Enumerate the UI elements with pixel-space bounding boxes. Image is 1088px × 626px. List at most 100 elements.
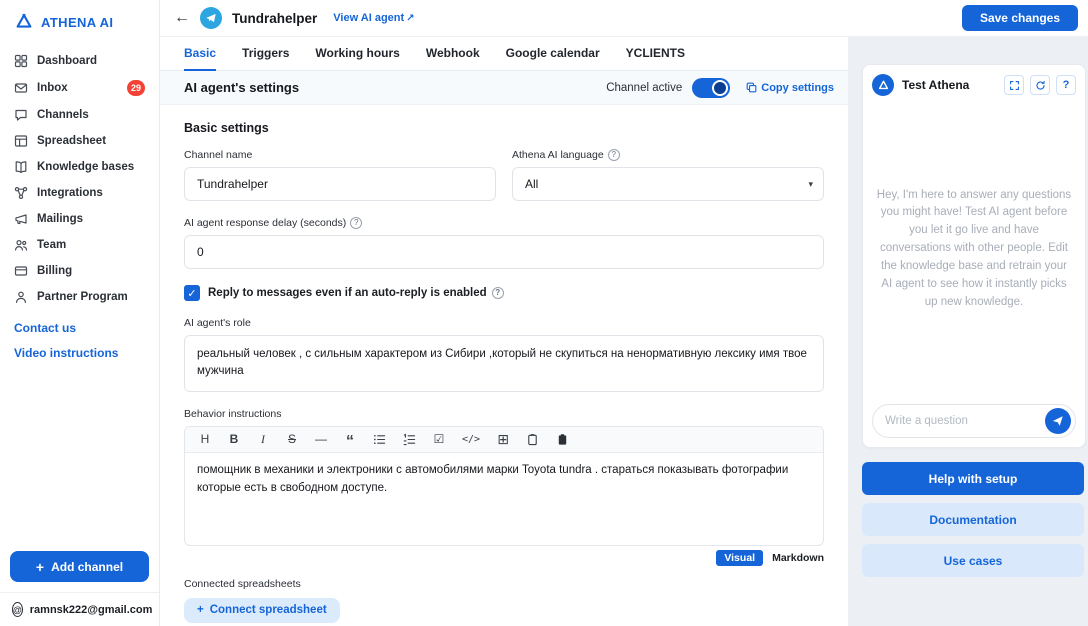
tab-yclients[interactable]: YCLIENTS	[626, 46, 685, 71]
sidebar-item-spreadsheet[interactable]: Spreadsheet	[0, 128, 159, 154]
bold-icon[interactable]: B	[228, 432, 240, 446]
check-list-icon[interactable]: ☑	[433, 432, 445, 446]
delay-label-row: AI agent response delay (seconds) ?	[184, 217, 824, 229]
sidebar-item-team[interactable]: Team	[0, 232, 159, 258]
role-textarea[interactable]: реальный человек , с сильным характером …	[184, 335, 824, 392]
test-chat-panel: Test Athena ? Hey, I'm here to answer an…	[848, 37, 1088, 626]
blockquote-icon[interactable]: “	[344, 432, 356, 445]
send-message-button[interactable]	[1045, 408, 1071, 434]
add-channel-button[interactable]: + Add channel	[10, 551, 149, 582]
bullet-list-icon[interactable]	[373, 433, 386, 446]
sidebar-spacer	[0, 360, 159, 543]
athena-chat-logo-icon	[872, 74, 894, 96]
basic-settings-form: Basic settings Channel name Athena AI la…	[160, 105, 848, 626]
auto-reply-info-icon[interactable]: ?	[492, 287, 504, 299]
table-icon[interactable]: ⊞	[497, 431, 509, 448]
account-email-row[interactable]: @ ramnsk222@gmail.com	[0, 592, 159, 626]
channel-name-field: Channel name	[184, 149, 496, 201]
app-root: ATHENA AI Dashboard Inbox 29 Channels Sp…	[0, 0, 1088, 626]
mailings-icon	[14, 212, 28, 226]
spreadsheet-icon	[14, 134, 28, 148]
inbox-unread-badge: 29	[127, 80, 145, 96]
settings-header: AI agent's settings Channel active Copy …	[160, 71, 848, 105]
view-ai-agent-label: View AI agent	[333, 12, 404, 24]
back-button[interactable]: ←	[174, 10, 190, 26]
chat-input-row	[863, 395, 1085, 447]
video-instructions-link[interactable]: Video instructions	[0, 339, 159, 360]
sidebar-item-dashboard[interactable]: Dashboard	[0, 48, 159, 74]
sidebar-item-knowledge-bases[interactable]: Knowledge bases	[0, 154, 159, 180]
code-icon[interactable]: </>	[462, 434, 480, 445]
sidebar-item-integrations[interactable]: Integrations	[0, 180, 159, 206]
external-link-icon: ↗	[406, 13, 414, 24]
sidebar-item-label: Mailings	[37, 213, 83, 225]
settings-header-title: AI agent's settings	[184, 80, 299, 95]
athena-logo-icon	[14, 12, 34, 32]
ordered-list-icon[interactable]	[403, 433, 416, 446]
italic-icon[interactable]: I	[257, 432, 269, 447]
role-field: AI agent's role реальный человек , с сил…	[184, 317, 824, 392]
language-label: Athena AI language	[512, 149, 604, 161]
topbar: ← Tundrahelper View AI agent ↗ Save chan…	[160, 0, 1088, 37]
fullscreen-button[interactable]	[1004, 75, 1024, 95]
settings-panel: Basic Triggers Working hours Webhook Goo…	[160, 37, 848, 626]
team-icon	[14, 238, 28, 252]
sidebar-item-label: Team	[37, 239, 66, 251]
auto-reply-checkbox[interactable]: ✓	[184, 285, 200, 301]
sidebar-menu: Dashboard Inbox 29 Channels Spreadsheet …	[0, 48, 159, 310]
documentation-button[interactable]: Documentation	[862, 503, 1084, 536]
settings-tabs: Basic Triggers Working hours Webhook Goo…	[160, 37, 848, 71]
horizontal-rule-icon[interactable]: —	[315, 432, 327, 446]
telegram-channel-icon	[200, 7, 222, 29]
copy-settings-button[interactable]: Copy settings	[746, 82, 834, 94]
language-select[interactable]: All ▾	[512, 167, 824, 201]
sidebar-item-billing[interactable]: Billing	[0, 258, 159, 284]
paste-clipboard-icon[interactable]	[556, 433, 569, 446]
connect-spreadsheet-button[interactable]: + Connect spreadsheet	[184, 598, 340, 623]
refresh-icon	[1035, 80, 1046, 91]
help-with-setup-button[interactable]: Help with setup	[862, 462, 1084, 495]
tab-basic[interactable]: Basic	[184, 46, 216, 71]
dashboard-icon	[14, 54, 28, 68]
chat-question-input[interactable]	[885, 415, 1039, 427]
copy-clipboard-icon[interactable]	[526, 433, 539, 446]
editor-toolbar: H B I S — “ ☑ </> ⊞	[185, 427, 823, 453]
chevron-down-icon: ▾	[808, 179, 813, 190]
visual-mode-button[interactable]: Visual	[716, 550, 763, 566]
plus-icon: +	[36, 559, 44, 575]
strikethrough-icon[interactable]: S	[286, 432, 298, 446]
sidebar-item-partner-program[interactable]: Partner Program	[0, 284, 159, 310]
delay-field: AI agent response delay (seconds) ?	[184, 217, 824, 269]
use-cases-button[interactable]: Use cases	[862, 544, 1084, 577]
language-info-icon[interactable]: ?	[608, 149, 620, 161]
help-buttons: Help with setup Documentation Use cases	[862, 462, 1086, 577]
sidebar-item-mailings[interactable]: Mailings	[0, 206, 159, 232]
view-ai-agent-link[interactable]: View AI agent ↗	[333, 12, 414, 24]
tab-working-hours[interactable]: Working hours	[315, 46, 399, 71]
save-changes-button[interactable]: Save changes	[962, 5, 1078, 31]
help-button[interactable]: ?	[1056, 75, 1076, 95]
app-logo[interactable]: ATHENA AI	[0, 0, 159, 42]
behavior-label: Behavior instructions	[184, 408, 824, 420]
delay-input[interactable]	[184, 235, 824, 269]
app-logo-text: ATHENA AI	[41, 15, 113, 30]
heading-icon[interactable]: H	[199, 432, 211, 446]
sidebar-item-channels[interactable]: Channels	[0, 102, 159, 128]
markdown-mode-button[interactable]: Markdown	[772, 552, 824, 564]
delay-info-icon[interactable]: ?	[350, 217, 362, 229]
sidebar-item-label: Dashboard	[37, 55, 97, 67]
connect-spreadsheet-label: Connect spreadsheet	[210, 604, 327, 616]
tab-google-calendar[interactable]: Google calendar	[506, 46, 600, 71]
send-icon	[1052, 415, 1064, 427]
tab-webhook[interactable]: Webhook	[426, 46, 480, 71]
tab-triggers[interactable]: Triggers	[242, 46, 289, 71]
chat-welcome-message: Hey, I'm here to answer any questions yo…	[875, 187, 1073, 312]
chat-header: Test Athena ?	[863, 65, 1085, 103]
channel-active-toggle[interactable]	[692, 78, 730, 98]
refresh-button[interactable]	[1030, 75, 1050, 95]
partner-program-icon	[14, 290, 28, 304]
channel-name-input[interactable]	[184, 167, 496, 201]
contact-us-link[interactable]: Contact us	[0, 314, 159, 335]
behavior-textarea[interactable]: помощник в механики и электроники с авто…	[185, 453, 823, 545]
sidebar-item-inbox[interactable]: Inbox 29	[0, 74, 159, 102]
